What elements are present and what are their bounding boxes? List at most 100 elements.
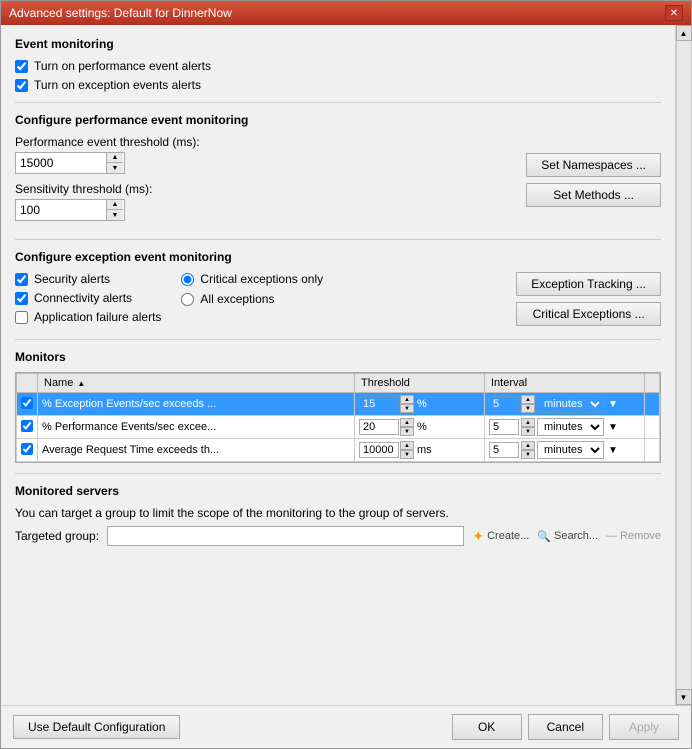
row2-interval-down[interactable]: ▼ [521, 427, 535, 436]
row2-threshold-up[interactable]: ▲ [400, 418, 414, 427]
targeted-group-field[interactable] [107, 526, 464, 546]
row3-threshold-input[interactable] [359, 442, 399, 458]
row3-interval-input[interactable] [489, 442, 519, 458]
targeted-group-row: Targeted group: ✦ Create... 🔍 Search... … [15, 526, 661, 546]
divider-4 [15, 473, 661, 474]
row2-interval-area: ▲ ▼ minutes hours seconds ▼ [489, 418, 640, 436]
sensitivity-input[interactable] [16, 200, 106, 220]
all-exceptions-radio[interactable] [181, 293, 194, 306]
row3-threshold-cell: ▲ ▼ ms [355, 439, 485, 462]
row2-interval-spin-btns: ▲ ▼ [521, 418, 535, 436]
check-col-header [17, 374, 38, 393]
cancel-button[interactable]: Cancel [528, 714, 603, 740]
create-link[interactable]: ✦ Create... [472, 528, 529, 545]
row1-interval-up[interactable]: ▲ [521, 395, 535, 404]
row2-threshold-spin-btns: ▲ ▼ [400, 418, 414, 436]
exception-tracking-button[interactable]: Exception Tracking ... [516, 272, 661, 296]
row2-dropdown-arrow: ▼ [608, 422, 618, 433]
row1-threshold-up[interactable]: ▲ [400, 395, 414, 404]
performance-right-buttons: Set Namespaces ... Set Methods ... [526, 153, 661, 207]
monitors-table: Name ▲ Threshold Interval [16, 373, 660, 462]
title-bar: Advanced settings: Default for DinnerNow… [1, 1, 691, 25]
scroll-track[interactable] [676, 41, 692, 689]
row1-threshold-input[interactable] [359, 396, 399, 412]
sensitivity-spin-down[interactable]: ▼ [107, 210, 123, 220]
row3-interval-cell: ▲ ▼ minutes hours seconds ▼ [485, 439, 645, 462]
monitored-servers-description: You can target a group to limit the scop… [15, 506, 661, 520]
row1-interval-down[interactable]: ▼ [521, 404, 535, 413]
bottom-buttons: OK Cancel Apply [452, 714, 679, 740]
threshold-spin-up[interactable]: ▲ [107, 153, 123, 163]
row1-interval-unit-select[interactable]: minutes hours seconds [537, 395, 604, 413]
row2-checkbox[interactable] [21, 420, 33, 432]
row3-checkbox[interactable] [21, 443, 33, 455]
app-failure-checkbox[interactable] [15, 311, 28, 324]
row3-threshold-down[interactable]: ▼ [400, 450, 414, 459]
connectivity-alerts-checkbox[interactable] [15, 292, 28, 305]
perf-alerts-row: Turn on performance event alerts [15, 59, 661, 73]
threshold-input[interactable] [16, 153, 106, 173]
threshold-spinbox: ▲ ▼ [15, 152, 125, 174]
ok-button[interactable]: OK [452, 714, 522, 740]
monitor-row-1[interactable]: % Exception Events/sec exceeds ... ▲ ▼ [17, 393, 660, 416]
apply-button[interactable]: Apply [609, 714, 679, 740]
security-alerts-row: Security alerts [15, 272, 161, 286]
row3-interval-area: ▲ ▼ minutes hours seconds ▼ [489, 441, 640, 459]
search-link[interactable]: 🔍 Search... [537, 530, 598, 543]
row3-name-cell: Average Request Time exceeds th... [38, 439, 355, 462]
monitors-title: Monitors [15, 350, 661, 364]
scroll-up-button[interactable]: ▲ [676, 25, 692, 41]
monitor-row-2[interactable]: % Performance Events/sec excee... ▲ ▼ [17, 416, 660, 439]
exception-alerts-checkbox[interactable] [15, 79, 28, 92]
name-sort-arrow: ▲ [77, 379, 85, 388]
window-title: Advanced settings: Default for DinnerNow [9, 6, 232, 20]
row2-interval-unit-select[interactable]: minutes hours seconds [537, 418, 604, 436]
app-failure-row: Application failure alerts [15, 310, 161, 324]
row3-scroll-cell [645, 439, 660, 462]
row3-interval-up[interactable]: ▲ [521, 441, 535, 450]
row1-interval-input[interactable] [489, 396, 519, 412]
row3-threshold-up[interactable]: ▲ [400, 441, 414, 450]
name-col-header[interactable]: Name ▲ [38, 374, 355, 393]
perf-alerts-checkbox[interactable] [15, 60, 28, 73]
critical-exceptions-row: Critical exceptions only [181, 272, 323, 286]
use-default-button[interactable]: Use Default Configuration [13, 715, 180, 739]
configure-left: Performance event threshold (ms): ▲ ▼ [15, 135, 526, 229]
monitor-row-3[interactable]: Average Request Time exceeds th... ▲ ▼ [17, 439, 660, 462]
row1-threshold-spinbox: ▲ ▼ % [359, 395, 480, 413]
row2-interval-up[interactable]: ▲ [521, 418, 535, 427]
monitors-section: Monitors Name ▲ [15, 350, 661, 463]
row3-threshold-spin-btns: ▲ ▼ [400, 441, 414, 459]
row3-check-cell [17, 439, 38, 462]
exception-left: Security alerts Connectivity alerts Appl… [15, 272, 516, 329]
set-methods-button[interactable]: Set Methods ... [526, 183, 661, 207]
sensitivity-spin-up[interactable]: ▲ [107, 200, 123, 210]
row1-checkbox[interactable] [21, 397, 33, 409]
row3-interval-unit-select[interactable]: minutes hours seconds [537, 441, 604, 459]
row2-threshold-input[interactable] [359, 419, 399, 435]
close-button[interactable]: ✕ [665, 5, 683, 21]
row2-threshold-down[interactable]: ▼ [400, 427, 414, 436]
row2-interval-input[interactable] [489, 419, 519, 435]
row1-threshold-down[interactable]: ▼ [400, 404, 414, 413]
remove-link[interactable]: — Remove [606, 530, 661, 542]
row3-interval-spin-btns: ▲ ▼ [521, 441, 535, 459]
set-namespaces-button[interactable]: Set Namespaces ... [526, 153, 661, 177]
main-scrollbar[interactable]: ▲ ▼ [675, 25, 691, 705]
sensitivity-field-row: ▲ ▼ [15, 199, 526, 221]
row2-threshold-unit: % [417, 421, 427, 433]
threshold-spin-down[interactable]: ▼ [107, 163, 123, 173]
exception-alerts-label: Turn on exception events alerts [34, 78, 201, 92]
interval-col-header[interactable]: Interval [485, 374, 645, 393]
main-window: Advanced settings: Default for DinnerNow… [0, 0, 692, 749]
row3-dropdown-arrow: ▼ [608, 445, 618, 456]
row3-interval-down[interactable]: ▼ [521, 450, 535, 459]
critical-exceptions-radio[interactable] [181, 273, 194, 286]
threshold-col-header[interactable]: Threshold [355, 374, 485, 393]
critical-exceptions-button[interactable]: Critical Exceptions ... [516, 302, 661, 326]
event-monitoring-title: Event monitoring [15, 37, 661, 51]
row1-interval-spin-btns: ▲ ▼ [521, 395, 535, 413]
scroll-down-button[interactable]: ▼ [676, 689, 692, 705]
sensitivity-spinbox: ▲ ▼ [15, 199, 125, 221]
security-alerts-checkbox[interactable] [15, 273, 28, 286]
